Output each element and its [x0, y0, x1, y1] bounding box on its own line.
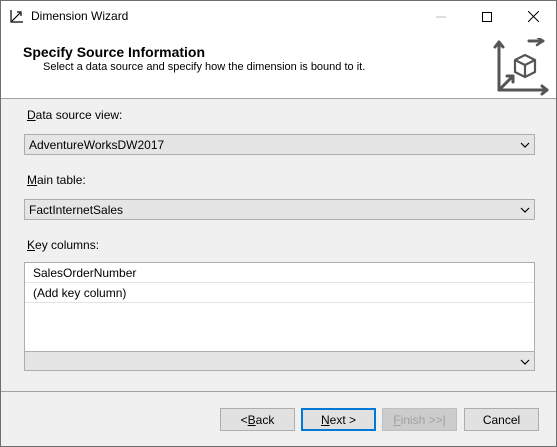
main-table-dropdown[interactable]: FactInternetSales — [24, 199, 535, 220]
next-button[interactable]: Next > — [301, 408, 376, 431]
cancel-button[interactable]: Cancel — [464, 408, 539, 431]
data-source-view-value: AdventureWorksDW2017 — [29, 138, 165, 152]
chevron-down-icon — [520, 207, 530, 213]
minimize-button[interactable] — [418, 1, 464, 32]
key-columns-grid[interactable]: SalesOrderNumber (Add key column) — [24, 262, 535, 352]
add-key-column-label: (Add key column) — [33, 286, 127, 300]
maximize-icon — [482, 11, 492, 22]
maximize-button[interactable] — [464, 1, 510, 32]
add-key-column-row[interactable]: (Add key column) — [25, 283, 534, 303]
page-title: Specify Source Information — [23, 44, 206, 60]
wizard-header: Specify Source Information Select a data… — [1, 32, 556, 99]
title-bar[interactable]: Dimension Wizard — [1, 1, 556, 32]
data-source-view-label: Data source view: — [27, 108, 123, 122]
close-button[interactable] — [510, 1, 556, 32]
close-icon — [527, 11, 539, 22]
name-column-dropdown[interactable] — [24, 351, 535, 371]
back-button[interactable]: < Back — [220, 408, 295, 431]
window-title: Dimension Wizard — [31, 9, 129, 23]
key-columns-label: Key columns: — [27, 238, 100, 252]
minimize-icon — [436, 16, 446, 17]
key-column-name: SalesOrderNumber — [33, 266, 137, 280]
page-subtitle: Select a data source and specify how the… — [43, 61, 366, 73]
main-table-label: Main table: — [27, 173, 86, 187]
finish-button[interactable]: Finish >>| — [382, 408, 457, 431]
chevron-down-icon — [520, 142, 530, 148]
wizard-app-icon — [10, 10, 23, 23]
dimension-wizard-window: Dimension Wizard Specify Source Informat… — [0, 0, 557, 447]
data-source-view-dropdown[interactable]: AdventureWorksDW2017 — [24, 134, 535, 155]
chevron-down-icon — [520, 359, 530, 365]
key-column-row[interactable]: SalesOrderNumber — [25, 263, 534, 283]
main-table-value: FactInternetSales — [29, 203, 124, 217]
dimension-cube-icon — [493, 38, 549, 96]
footer-divider — [1, 391, 556, 392]
